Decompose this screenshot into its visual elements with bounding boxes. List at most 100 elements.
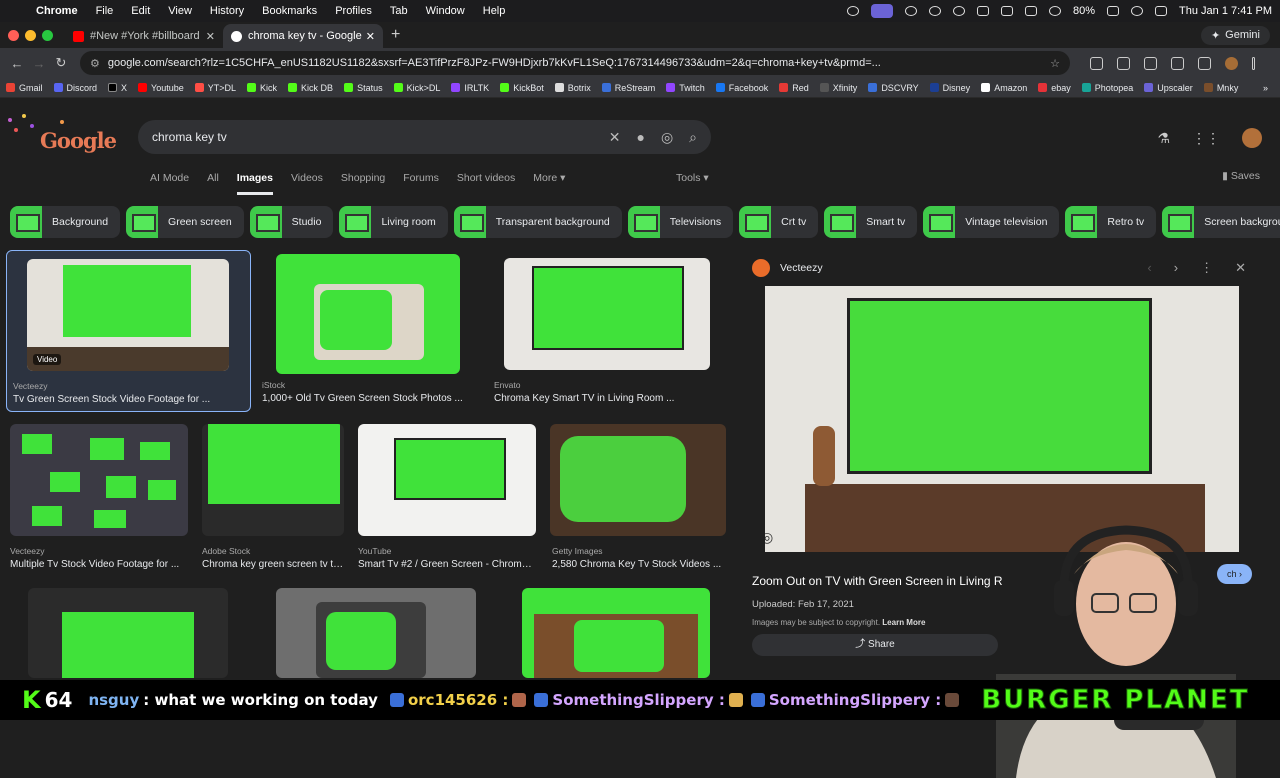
- image-result[interactable]: Adobe Stock Chroma key green screen tv t…: [202, 424, 350, 574]
- bookmark-kick-dl[interactable]: Kick>DL: [393, 83, 440, 93]
- lens-icon[interactable]: ◎: [661, 129, 673, 146]
- preview-image[interactable]: ◎: [765, 286, 1239, 552]
- result-title[interactable]: Chroma key green screen tv tel...: [202, 559, 348, 570]
- search-icon[interactable]: ⌕: [689, 129, 697, 146]
- saves-button[interactable]: ▮ Saves: [1222, 170, 1260, 182]
- tab-google-search[interactable]: chroma key tv - Google Searc ✕: [223, 24, 383, 48]
- bookmark-red[interactable]: Red: [779, 83, 809, 93]
- bookmark-twitch[interactable]: Twitch: [666, 83, 705, 93]
- bookmark-discord[interactable]: Discord: [53, 83, 97, 93]
- clock[interactable]: Thu Jan 1 7:41 PM: [1179, 5, 1272, 17]
- spotlight-icon[interactable]: [1131, 6, 1144, 16]
- profile-avatar[interactable]: [1225, 56, 1238, 70]
- bookmark-amazon[interactable]: Amazon: [981, 83, 1027, 93]
- bookmark-irltk[interactable]: IRLTK: [451, 83, 489, 93]
- menu-edit[interactable]: Edit: [131, 5, 150, 17]
- reload-icon[interactable]: ↻: [50, 55, 72, 71]
- bookmark-facebook[interactable]: Facebook: [715, 83, 768, 93]
- close-icon[interactable]: ✕: [1235, 260, 1246, 276]
- tab-short-videos[interactable]: Short videos: [457, 172, 515, 195]
- display-icon[interactable]: [1001, 6, 1014, 16]
- status-icon[interactable]: [977, 6, 990, 16]
- clear-icon[interactable]: ✕: [609, 129, 621, 146]
- bookmark-xfinity[interactable]: Xfinity: [819, 83, 857, 93]
- new-tab-icon[interactable]: +: [391, 26, 400, 44]
- screen-record-icon[interactable]: [871, 4, 894, 18]
- image-result[interactable]: Envato Chroma Key Smart TV in Living Roo…: [494, 254, 724, 414]
- tab-shopping[interactable]: Shopping: [341, 172, 385, 195]
- bookmark-ebay[interactable]: ebay: [1038, 83, 1071, 93]
- result-title[interactable]: 1,000+ Old Tv Green Screen Stock Photos …: [262, 393, 472, 404]
- status-icon[interactable]: [929, 6, 942, 16]
- next-icon[interactable]: ›: [1174, 260, 1178, 276]
- close-window-button[interactable]: [8, 29, 19, 41]
- reading-list-icon[interactable]: [1198, 56, 1211, 70]
- image-result[interactable]: Video Vecteezy Tv Green Screen Stock Vid…: [6, 250, 251, 412]
- chip-studio[interactable]: Studio: [249, 206, 334, 238]
- menu-bookmarks[interactable]: Bookmarks: [262, 5, 317, 17]
- labs-flask-icon[interactable]: ⚗: [1157, 130, 1170, 147]
- tab-ai-mode[interactable]: AI Mode: [150, 172, 189, 195]
- chip-transparent-background[interactable]: Transparent background: [453, 206, 622, 238]
- bookmark-upscaler[interactable]: Upscaler: [1144, 83, 1193, 93]
- more-options-icon[interactable]: ⋮: [1200, 260, 1213, 276]
- bookmark-mnky[interactable]: Mnky: [1203, 83, 1238, 93]
- menu-app-name[interactable]: Chrome: [36, 5, 78, 17]
- control-center-icon[interactable]: [1155, 6, 1168, 16]
- bookmark-kick-db[interactable]: Kick DB: [288, 83, 333, 93]
- wifi-icon[interactable]: [1049, 6, 1062, 16]
- chip-televisions[interactable]: Televisions: [627, 206, 734, 238]
- close-tab-icon[interactable]: ✕: [206, 30, 215, 43]
- search-box[interactable]: chroma key tv ✕ ● ◎ ⌕: [138, 120, 711, 154]
- menu-tab[interactable]: Tab: [390, 5, 408, 17]
- image-result[interactable]: Getty Images 2,580 Chroma Key Tv Stock V…: [550, 424, 728, 574]
- image-result[interactable]: [276, 588, 476, 678]
- bookmark-disney[interactable]: Disney: [929, 83, 970, 93]
- tab-more[interactable]: More ▾: [533, 172, 565, 195]
- chip-green-screen[interactable]: Green screen: [126, 206, 244, 238]
- tab-youtube[interactable]: #New #York #billboard #Gre ✕: [65, 24, 223, 48]
- chip-smart-tv[interactable]: Smart tv: [824, 206, 918, 238]
- preview-source[interactable]: Vecteezy: [780, 262, 823, 274]
- address-bar[interactable]: ⚙ google.com/search?rlz=1C5CHFA_enUS1182…: [80, 51, 1070, 75]
- apple-icon[interactable]: [8, 4, 22, 18]
- extensions-puzzle-icon[interactable]: [1117, 56, 1130, 70]
- bookmark-gmail[interactable]: Gmail: [6, 83, 43, 93]
- close-tab-icon[interactable]: ✕: [366, 30, 375, 43]
- bookmark-restream[interactable]: ReStream: [601, 83, 655, 93]
- bookmark-photopea[interactable]: Photopea: [1081, 83, 1133, 93]
- image-result[interactable]: YouTube Smart Tv #2 / Green Screen - Chr…: [358, 424, 538, 574]
- tab-forums[interactable]: Forums: [403, 172, 439, 195]
- site-info-icon[interactable]: ⚙: [90, 57, 100, 70]
- image-result[interactable]: Vecteezy Multiple Tv Stock Video Footage…: [10, 424, 190, 574]
- google-doodle-logo[interactable]: Google: [0, 112, 120, 160]
- microphone-icon[interactable]: ●: [636, 129, 644, 145]
- result-title[interactable]: Multiple Tv Stock Video Footage for ...: [10, 559, 188, 570]
- bookmark-yt-dl[interactable]: YT>DL: [194, 83, 236, 93]
- tools-button[interactable]: Tools ▾: [676, 172, 709, 184]
- chip-retro-tv[interactable]: Retro tv: [1065, 206, 1157, 238]
- gemini-button[interactable]: ✦ Gemini: [1200, 25, 1270, 45]
- bookmark-kick[interactable]: Kick: [247, 83, 277, 93]
- kebab-menu-icon[interactable]: [1252, 56, 1255, 70]
- chip-living-room[interactable]: Living room: [339, 206, 448, 238]
- status-icon[interactable]: [905, 6, 918, 16]
- extension-icon[interactable]: [1090, 56, 1103, 70]
- bookmarks-overflow-icon[interactable]: »: [1263, 83, 1274, 93]
- bookmark-kickbot[interactable]: KickBot: [500, 83, 544, 93]
- account-avatar[interactable]: [1242, 128, 1262, 148]
- menu-history[interactable]: History: [210, 5, 244, 17]
- tab-all[interactable]: All: [207, 172, 219, 195]
- bookmark-x[interactable]: X: [108, 83, 127, 93]
- bluetooth-icon[interactable]: [1025, 6, 1038, 16]
- image-result[interactable]: [28, 588, 228, 678]
- menu-window[interactable]: Window: [426, 5, 465, 17]
- battery-percent[interactable]: 80%: [1073, 5, 1095, 17]
- chip-background[interactable]: Background: [10, 206, 121, 238]
- zoom-window-button[interactable]: [42, 29, 53, 41]
- back-icon[interactable]: ←: [6, 56, 28, 71]
- status-icon[interactable]: [847, 6, 860, 16]
- forward-icon[interactable]: →: [28, 56, 50, 71]
- chip-crt-tv[interactable]: Crt tv: [739, 206, 819, 238]
- menu-file[interactable]: File: [96, 5, 114, 17]
